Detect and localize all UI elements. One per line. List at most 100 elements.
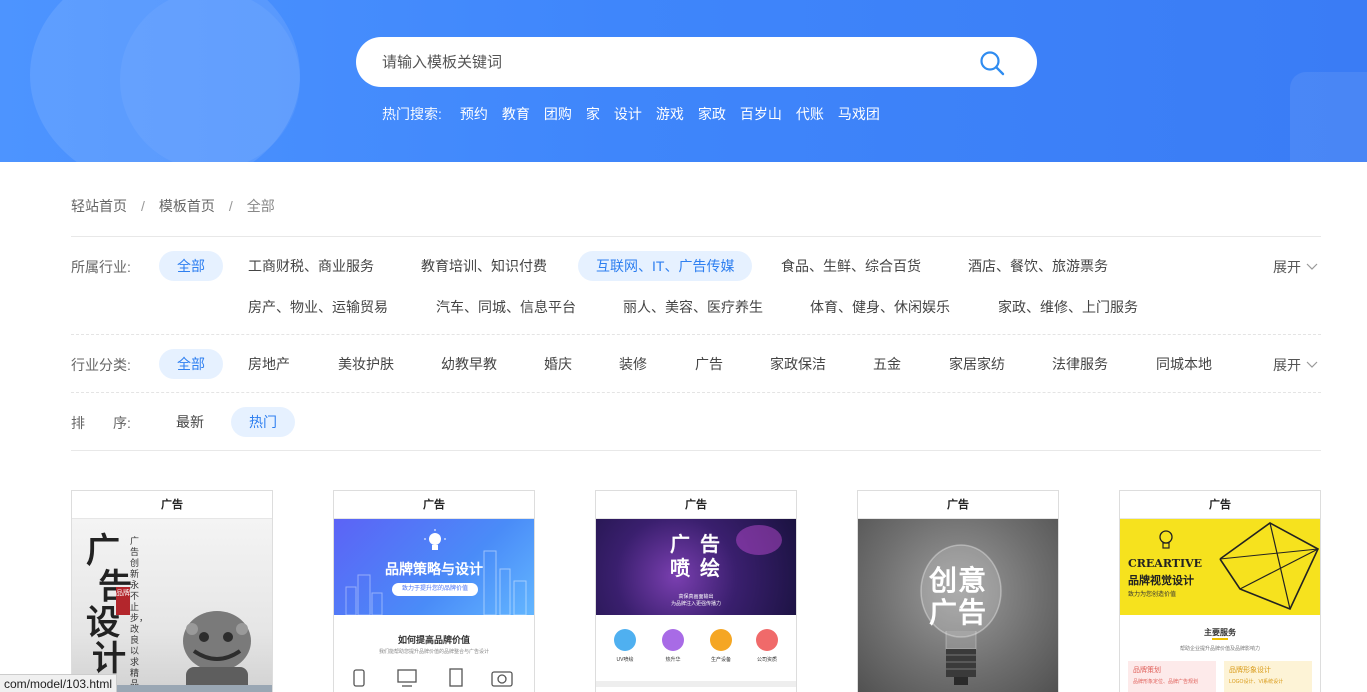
- card-body: UV喷绘 热升华 生产设备 公司资质: [596, 615, 796, 692]
- search-banner: 热门搜索: 预约 教育 团购 家 设计 游戏 家政 百岁山 代账 马戏团: [0, 0, 1367, 162]
- category-chip[interactable]: 家政保洁: [752, 349, 844, 379]
- industry-chip[interactable]: 工商财税、商业服务: [230, 251, 392, 281]
- template-card[interactable]: 广告 CREARTIVE 品牌视觉设计 致力为您创造价值 主要服务 帮助企业提升…: [1119, 490, 1321, 692]
- card-subtext: 我们能帮助您提升品牌价值的品牌整合与广告设计: [378, 649, 489, 655]
- hot-search-link[interactable]: 团购: [544, 104, 572, 124]
- banner-decoration: [120, 0, 300, 162]
- industry-filter-label: 所属行业:: [71, 259, 131, 275]
- card-hero: 品牌策略与设计 致力于提升您的品牌价值: [334, 519, 534, 615]
- industry-chip[interactable]: 体育、健身、休闲娱乐: [792, 292, 968, 322]
- card-divider: [596, 681, 796, 687]
- hot-search-link[interactable]: 教育: [502, 104, 530, 124]
- card-body: 如何提高品牌价值 我们能帮助您提升品牌价值的品牌整合与广告设计: [334, 615, 534, 692]
- industry-chip[interactable]: 教育培训、知识付费: [403, 251, 565, 281]
- category-chip[interactable]: 美妆护肤: [320, 349, 412, 379]
- printer-icon: [614, 629, 636, 651]
- category-chip[interactable]: 家居家纺: [931, 349, 1023, 379]
- card-big-char: 绘: [700, 558, 720, 580]
- breadcrumb-separator: /: [141, 198, 145, 214]
- category-chip[interactable]: 幼教早教: [423, 349, 515, 379]
- nebula-glow: [736, 525, 782, 555]
- hot-search-link[interactable]: 预约: [460, 104, 488, 124]
- card-body: 主要服务 帮助企业提升品牌价值及品牌影响力 品牌策划 品牌形象定位、品牌广告规划…: [1120, 615, 1320, 692]
- card-underline: [1212, 638, 1228, 640]
- search-button[interactable]: [978, 49, 1006, 77]
- category-filter-label: 行业分类:: [71, 357, 131, 373]
- card-line: 创意: [928, 565, 987, 596]
- hot-search-link[interactable]: 代账: [796, 104, 824, 124]
- hot-search-link[interactable]: 家政: [698, 104, 726, 124]
- card-icon-label: 热升华: [665, 657, 681, 663]
- card-headline: 品牌策略与设计: [385, 561, 483, 577]
- hot-search-link[interactable]: 马戏团: [838, 104, 880, 124]
- card-big-text: 创意 广告: [858, 565, 1058, 629]
- category-expand-toggle[interactable]: 展开: [1273, 355, 1318, 375]
- card-subhead: 如何提高品牌价值: [397, 635, 470, 645]
- template-card[interactable]: 广告 广告 喷绘 DESIGN 高保真画面输出 为品牌注入更强传播力 UV喷绘 …: [595, 490, 797, 692]
- card-vertical-text: DESIGN: [710, 539, 716, 554]
- category-chip[interactable]: 法律服务: [1034, 349, 1126, 379]
- card-sub2: 为品牌注入更强传播力: [670, 601, 721, 607]
- hot-search-link[interactable]: 家: [586, 104, 600, 124]
- service-box-text: 品牌形象定位、品牌广告规划: [1133, 679, 1199, 685]
- sort-newest[interactable]: 最新: [158, 407, 222, 437]
- industry-chip[interactable]: 房产、物业、运输贸易: [230, 292, 406, 322]
- industry-chip[interactable]: 汽车、同城、信息平台: [418, 292, 594, 322]
- breadcrumb-templates[interactable]: 模板首页: [159, 196, 215, 216]
- industry-expand-toggle[interactable]: 展开: [1273, 257, 1318, 277]
- category-chip[interactable]: 婚庆: [526, 349, 590, 379]
- status-bar-url: com/model/103.html: [0, 674, 118, 692]
- industry-chip[interactable]: 家政、维修、上门服务: [980, 292, 1156, 322]
- hot-search-link[interactable]: 设计: [614, 104, 642, 124]
- card-hero: CREARTIVE 品牌视觉设计 致力为您创造价值: [1120, 519, 1320, 615]
- search-input[interactable]: [382, 37, 942, 87]
- card-service-sub: 帮助企业提升品牌价值及品牌影响力: [1179, 646, 1260, 652]
- industry-chip[interactable]: 食品、生鲜、综合百货: [763, 251, 939, 281]
- card-title: 广告: [334, 491, 534, 519]
- industry-chip[interactable]: 酒店、餐饮、旅游票务: [950, 251, 1126, 281]
- card-title: 广告: [1120, 491, 1320, 519]
- category-chip[interactable]: 同城本地: [1138, 349, 1230, 379]
- category-chip[interactable]: 五金: [855, 349, 919, 379]
- card-hero: 广告 喷绘 DESIGN 高保真画面输出 为品牌注入更强传播力: [596, 519, 796, 615]
- category-chip[interactable]: 装修: [601, 349, 665, 379]
- image-icon: [662, 629, 684, 651]
- card-line: 广告: [928, 597, 987, 628]
- industry-chip-all[interactable]: 全部: [159, 251, 223, 281]
- card-slogan: 致力为您创造价值: [1128, 592, 1177, 598]
- card-pill: 致力于提升您的品牌价值: [392, 583, 478, 596]
- category-chip[interactable]: 广告: [677, 349, 741, 379]
- category-chip[interactable]: 房地产: [230, 349, 308, 379]
- card-thumbnail: 创意 广告: [858, 519, 1058, 692]
- card-title: 广告: [596, 491, 796, 519]
- card-big-char: 广: [670, 534, 690, 556]
- divider: [71, 236, 1321, 237]
- card-sub1: 高保真画面输出: [678, 594, 714, 600]
- expand-label: 展开: [1273, 357, 1301, 373]
- service-box-text: LOGO设计、VI系统设计: [1229, 679, 1284, 685]
- hot-search-link[interactable]: 百岁山: [740, 104, 782, 124]
- card-thumbnail: 品牌策略与设计 致力于提升您的品牌价值 如何提高品牌价值 我们能帮助您提升品牌价…: [334, 519, 534, 692]
- card-seal: 品牌: [116, 587, 130, 615]
- industry-chip-selected[interactable]: 互联网、IT、广告传媒: [578, 251, 753, 281]
- divider: [71, 450, 1321, 451]
- template-card[interactable]: 广告 品牌策略与设计 致力于提升您的品牌价值 如何提高品牌价值 我们能帮助您提升…: [333, 490, 535, 692]
- service-box-title: 品牌形象设计: [1229, 667, 1271, 674]
- service-box-title: 品牌策划: [1133, 667, 1161, 674]
- hot-search-link[interactable]: 游戏: [656, 104, 684, 124]
- card-thumbnail: 广 告 设 计 品牌 广告创新永不止步，改良以求精品服务: [72, 519, 272, 692]
- banner-decoration: [1290, 72, 1367, 162]
- category-chip-all[interactable]: 全部: [159, 349, 223, 379]
- sort-popular[interactable]: 热门: [231, 407, 295, 437]
- template-card[interactable]: 广告 广 告 设 计 品牌 广告创新永不止步，改良以求精品服务: [71, 490, 273, 692]
- lightbulb-icon: [1159, 530, 1173, 549]
- card-brand-cn: 品牌视觉设计: [1128, 575, 1194, 587]
- template-card[interactable]: 广告 创意 广告: [857, 490, 1059, 692]
- diamond-icon: [756, 629, 778, 651]
- lion-statue-icon: [183, 611, 251, 692]
- card-big-char: 计: [92, 639, 126, 679]
- lightbulb-icon: [424, 529, 446, 550]
- chevron-down-icon: [1306, 361, 1318, 368]
- industry-chip[interactable]: 丽人、美容、医疗养生: [605, 292, 781, 322]
- breadcrumb-home[interactable]: 轻站首页: [71, 196, 127, 216]
